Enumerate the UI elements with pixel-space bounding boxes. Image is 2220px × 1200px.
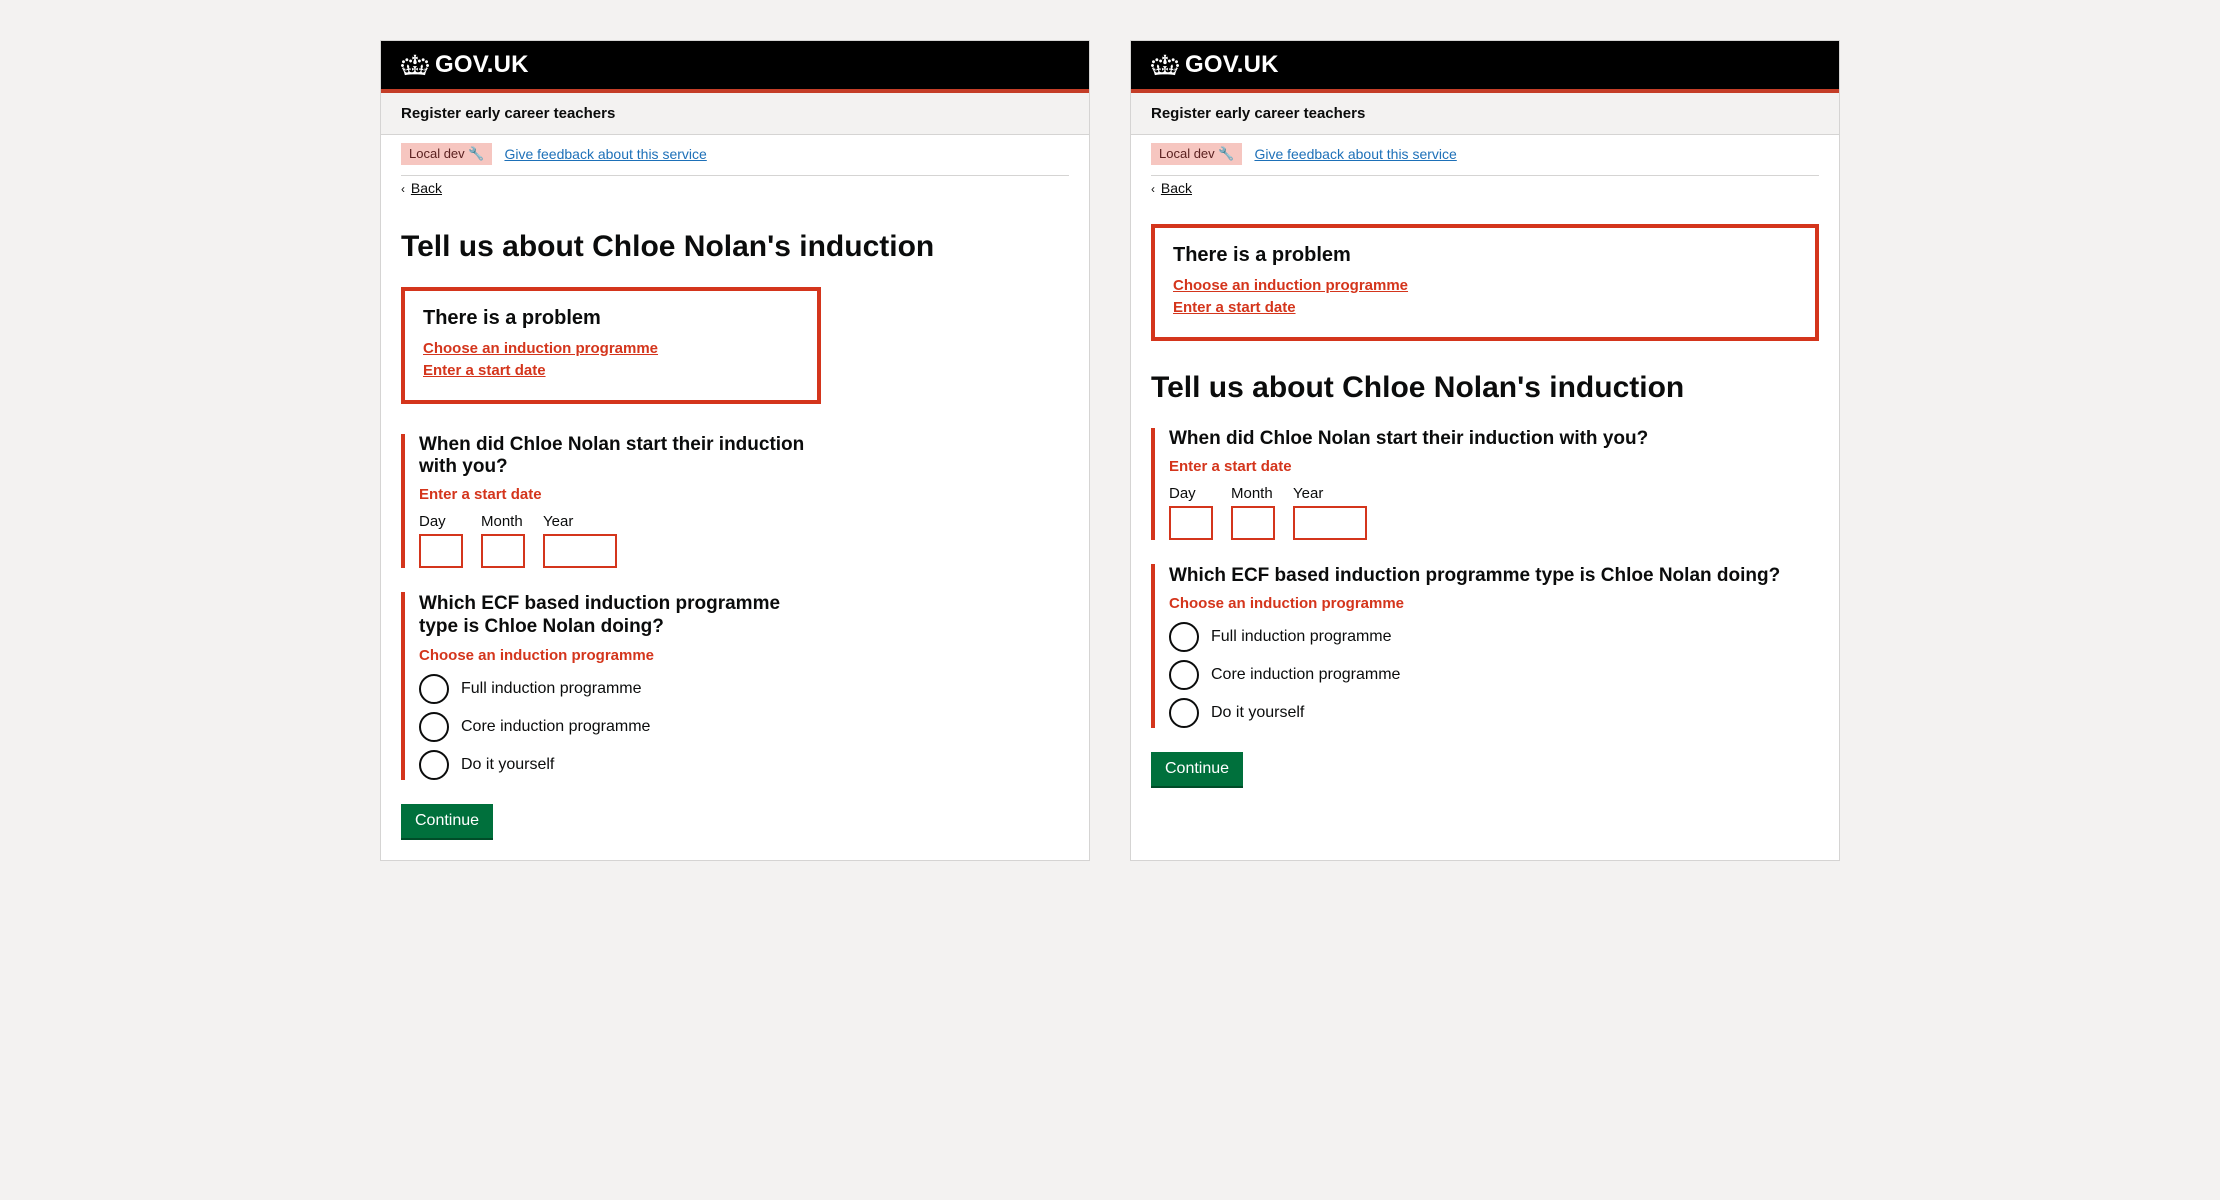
radio-core-induction[interactable] — [1169, 660, 1199, 690]
radio-core-induction-label: Core induction programme — [461, 718, 650, 736]
start-date-group: When did Chloe Nolan start their inducti… — [401, 434, 821, 568]
error-link-programme[interactable]: Choose an induction programme — [423, 340, 658, 357]
phase-tag: Local dev 🔧 — [1151, 143, 1242, 165]
radio-core-induction-label: Core induction programme — [1211, 666, 1400, 684]
radio-full-induction[interactable] — [1169, 622, 1199, 652]
error-link-start-date[interactable]: Enter a start date — [423, 362, 546, 379]
programme-type-group: Which ECF based induction programme type… — [1151, 564, 1819, 729]
day-input[interactable] — [419, 534, 463, 568]
error-summary: There is a problem Choose an induction p… — [401, 287, 821, 404]
month-label: Month — [481, 513, 525, 530]
error-summary-title: There is a problem — [1173, 244, 1797, 267]
year-input[interactable] — [1293, 506, 1367, 540]
crown-icon — [1151, 54, 1179, 76]
govuk-logotype: GOV.UK — [435, 51, 529, 79]
radio-full-induction-label: Full induction programme — [461, 680, 642, 698]
programme-error: Choose an induction programme — [1169, 595, 1819, 612]
programme-error: Choose an induction programme — [419, 647, 821, 664]
radio-diy[interactable] — [419, 750, 449, 780]
error-link-programme[interactable]: Choose an induction programme — [1173, 277, 1408, 294]
year-input[interactable] — [543, 534, 617, 568]
back-link-container: ‹ Back — [1131, 176, 1839, 210]
radio-full-induction[interactable] — [419, 674, 449, 704]
start-date-error: Enter a start date — [419, 486, 821, 503]
service-name: Register early career teachers — [381, 93, 1089, 135]
radio-full-induction-label: Full induction programme — [1211, 628, 1392, 646]
phase-tag: Local dev 🔧 — [401, 143, 492, 165]
month-label: Month — [1231, 485, 1275, 502]
continue-button[interactable]: Continue — [1151, 752, 1243, 788]
radio-diy[interactable] — [1169, 698, 1199, 728]
govuk-header: GOV.UK — [381, 41, 1089, 89]
programme-legend: Which ECF based induction programme type… — [1169, 564, 1819, 588]
start-date-legend: When did Chloe Nolan start their inducti… — [1169, 428, 1819, 450]
error-link-start-date[interactable]: Enter a start date — [1173, 299, 1296, 316]
year-label: Year — [1293, 485, 1367, 502]
govuk-logotype: GOV.UK — [1185, 51, 1279, 79]
crown-icon — [401, 54, 429, 76]
chevron-left-icon: ‹ — [401, 182, 405, 196]
back-link-container: ‹ Back — [381, 176, 1089, 210]
chevron-left-icon: ‹ — [1151, 182, 1155, 196]
phase-banner: Local dev 🔧 Give feedback about this ser… — [1131, 135, 1839, 175]
radio-diy-label: Do it yourself — [461, 756, 554, 774]
page-heading: Tell us about Chloe Nolan's induction — [1151, 371, 1819, 406]
start-date-legend: When did Chloe Nolan start their inducti… — [419, 434, 821, 478]
feedback-link[interactable]: Give feedback about this service — [1254, 146, 1456, 162]
programme-legend: Which ECF based induction programme type… — [419, 592, 821, 640]
back-link[interactable]: Back — [411, 180, 442, 196]
feedback-link[interactable]: Give feedback about this service — [504, 146, 706, 162]
govuk-header: GOV.UK — [1131, 41, 1839, 89]
error-summary-title: There is a problem — [423, 307, 799, 330]
example-left: GOV.UK Register early career teachers Lo… — [380, 40, 1090, 861]
programme-type-group: Which ECF based induction programme type… — [401, 592, 821, 781]
phase-banner: Local dev 🔧 Give feedback about this ser… — [381, 135, 1089, 175]
example-right: GOV.UK Register early career teachers Lo… — [1130, 40, 1840, 861]
back-link[interactable]: Back — [1161, 180, 1192, 196]
service-name: Register early career teachers — [1131, 93, 1839, 135]
error-summary: There is a problem Choose an induction p… — [1151, 224, 1819, 341]
year-label: Year — [543, 513, 617, 530]
start-date-error: Enter a start date — [1169, 458, 1819, 475]
radio-diy-label: Do it yourself — [1211, 704, 1304, 722]
month-input[interactable] — [1231, 506, 1275, 540]
radio-core-induction[interactable] — [419, 712, 449, 742]
month-input[interactable] — [481, 534, 525, 568]
day-input[interactable] — [1169, 506, 1213, 540]
continue-button[interactable]: Continue — [401, 804, 493, 840]
start-date-group: When did Chloe Nolan start their inducti… — [1151, 428, 1819, 540]
page-heading: Tell us about Chloe Nolan's induction — [401, 230, 1069, 265]
day-label: Day — [419, 513, 463, 530]
day-label: Day — [1169, 485, 1213, 502]
